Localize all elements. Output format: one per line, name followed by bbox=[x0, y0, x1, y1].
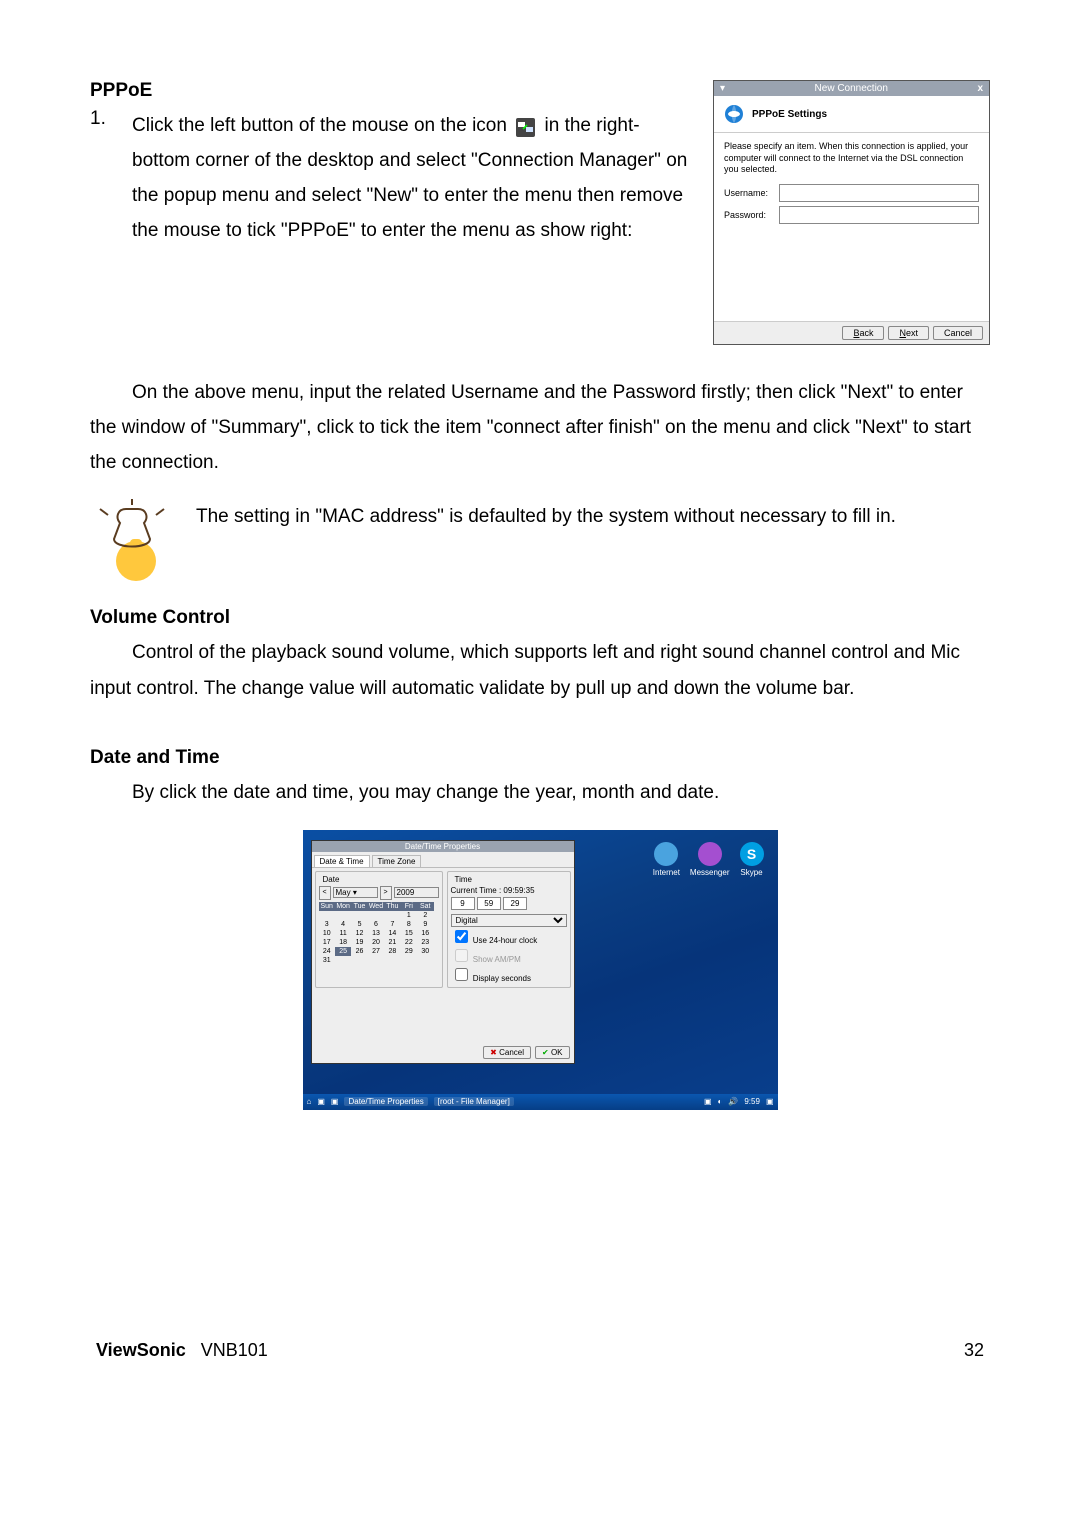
tray-volume-icon[interactable]: 🔊 bbox=[728, 1097, 738, 1106]
list-text: Click the left button of the mouse on th… bbox=[132, 108, 693, 249]
month-select[interactable]: May ▾ bbox=[333, 887, 378, 898]
pppoe-dialog: ▾ New Connection x PPPoE Settings Please… bbox=[713, 80, 990, 345]
taskbar-item[interactable]: Date/Time Properties bbox=[344, 1097, 427, 1106]
second-spinner[interactable] bbox=[503, 897, 527, 910]
paragraph: Control of the playback sound volume, wh… bbox=[90, 635, 990, 705]
pppoe-icon bbox=[724, 104, 744, 124]
paragraph: By click the date and time, you may chan… bbox=[90, 775, 990, 810]
username-input[interactable] bbox=[779, 184, 979, 202]
label: ext bbox=[906, 328, 918, 338]
minute-spinner[interactable] bbox=[477, 897, 501, 910]
connection-tray-icon bbox=[515, 115, 536, 136]
taskbar-clock[interactable]: 9:59 bbox=[744, 1097, 760, 1106]
volume-heading: Volume Control bbox=[90, 607, 990, 629]
label: Show AM/PM bbox=[473, 955, 521, 964]
next-button[interactable]: Next bbox=[888, 326, 929, 340]
tip-hand-icon bbox=[90, 499, 176, 585]
password-label: Password: bbox=[724, 210, 779, 220]
label: Display seconds bbox=[473, 974, 531, 983]
list-number: 1. bbox=[90, 108, 132, 249]
display-type-select[interactable]: Digital bbox=[451, 914, 567, 927]
pppoe-settings-title: PPPoE Settings bbox=[752, 109, 827, 120]
dt-ok-button[interactable]: ✔ OK bbox=[535, 1046, 570, 1059]
page-number: 32 bbox=[964, 1340, 984, 1361]
show-seconds-checkbox[interactable] bbox=[455, 968, 468, 981]
username-label: Username: bbox=[724, 188, 779, 198]
use-24h-checkbox[interactable] bbox=[455, 930, 468, 943]
tray-icon[interactable]: ▣ bbox=[317, 1097, 325, 1106]
dt-cancel-button[interactable]: ✖ Cancel bbox=[483, 1046, 531, 1059]
datetime-dialog: Date/Time Properties Date & TimeTime Zon… bbox=[311, 840, 575, 1064]
tab-date-and-time[interactable]: Date & Time bbox=[314, 855, 370, 867]
show-ampm-checkbox bbox=[455, 949, 468, 962]
desktop-icon[interactable]: Messenger bbox=[690, 842, 730, 877]
desktop-icon[interactable]: Internet bbox=[653, 842, 680, 877]
time-panel-title: Time bbox=[453, 875, 474, 884]
dialog-titlebar: ▾ New Connection x bbox=[714, 81, 989, 96]
note-text: The setting in "MAC address" is defaulte… bbox=[196, 499, 990, 534]
text-fragment: Click the left button of the mouse on th… bbox=[132, 115, 512, 136]
tab-time-zone[interactable]: Time Zone bbox=[372, 855, 422, 867]
calendar[interactable]: SunMonTueWedThuFriSat1234567891011121314… bbox=[319, 902, 434, 965]
current-time-value: 09:59:35 bbox=[503, 886, 534, 895]
dt-title: Date/Time Properties bbox=[312, 841, 574, 852]
desktop-icon[interactable]: SSkype bbox=[740, 842, 764, 877]
date-panel-title: Date bbox=[321, 875, 342, 884]
back-button[interactable]: Back bbox=[842, 326, 884, 340]
show-desktop-icon[interactable]: ▣ bbox=[766, 1097, 774, 1106]
cancel-button[interactable]: Cancel bbox=[933, 326, 983, 340]
month-prev-button[interactable]: < bbox=[319, 886, 331, 900]
current-time-label: Current Time : bbox=[451, 886, 502, 895]
datetime-screenshot: Internet Messenger SSkype Date/Time Proper… bbox=[303, 830, 778, 1110]
dialog-title: New Connection bbox=[815, 83, 888, 94]
hour-spinner[interactable] bbox=[451, 897, 475, 910]
label: Use 24-hour clock bbox=[473, 936, 537, 945]
datetime-heading: Date and Time bbox=[90, 747, 990, 769]
dialog-menu-icon: ▾ bbox=[720, 83, 725, 94]
start-icon[interactable]: ⌂ bbox=[307, 1097, 312, 1106]
password-input[interactable] bbox=[779, 206, 979, 224]
paragraph: On the above menu, input the related Use… bbox=[90, 375, 990, 480]
brand: ViewSonic bbox=[96, 1340, 186, 1360]
month-next-button[interactable]: > bbox=[380, 886, 392, 900]
close-icon[interactable]: x bbox=[977, 83, 983, 94]
year-spinner[interactable]: 2009 bbox=[394, 887, 439, 898]
footer-left: ViewSonic VNB101 bbox=[96, 1340, 268, 1361]
taskbar: ⌂ ▣ ▣ Date/Time Properties [root - File … bbox=[303, 1094, 778, 1110]
tray-flag-icon[interactable]: ▣ bbox=[704, 1097, 712, 1106]
model: VNB101 bbox=[201, 1340, 268, 1360]
tray-icon[interactable]: ◐ bbox=[718, 1097, 723, 1106]
tray-icon[interactable]: ▣ bbox=[331, 1097, 339, 1106]
label: ack bbox=[859, 328, 873, 338]
pppoe-heading: PPPoE bbox=[90, 80, 693, 102]
taskbar-item[interactable]: [root - File Manager] bbox=[434, 1097, 514, 1106]
pppoe-description: Please specify an item. When this connec… bbox=[724, 141, 979, 176]
